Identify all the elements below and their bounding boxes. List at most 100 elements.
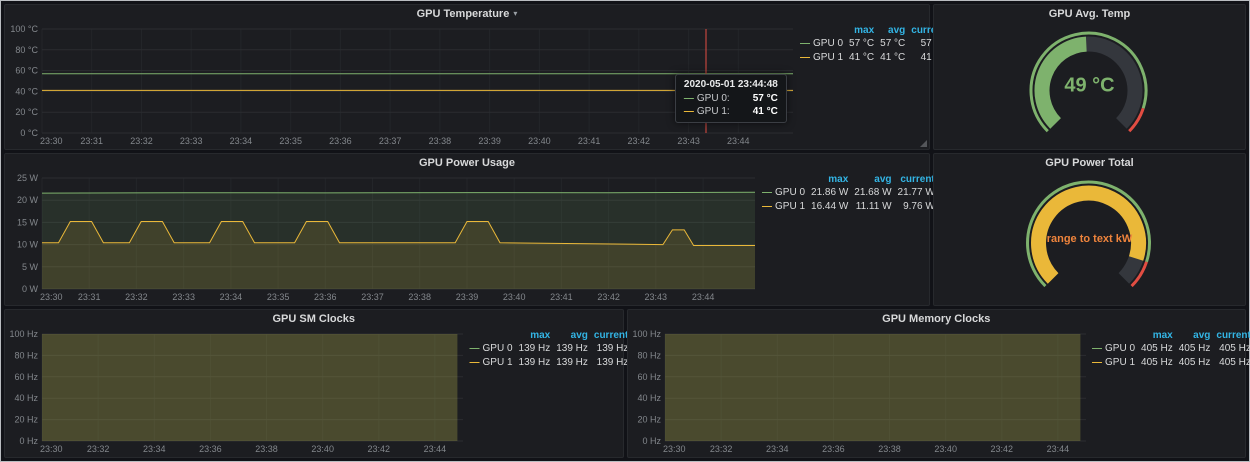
legend-header-current[interactable]: current [591,330,631,342]
legend-header-max[interactable]: max [808,174,851,186]
svg-text:0 °C: 0 °C [20,128,38,138]
panel-title-gpu-avg-temp[interactable]: GPU Avg. Temp [934,5,1245,22]
svg-text:0 Hz: 0 Hz [642,436,661,446]
svg-text:23:41: 23:41 [578,136,601,146]
series-color-icon: — [1092,343,1102,354]
svg-text:23:35: 23:35 [279,136,302,146]
legend-value-max: 41 °C [846,51,877,65]
svg-text:23:32: 23:32 [130,136,153,146]
legend-value-current: 21.77 W [895,186,938,200]
legend-value-avg: 41 °C [877,51,908,65]
svg-text:40 °C: 40 °C [15,86,38,96]
svg-text:0 W: 0 W [22,284,39,294]
svg-text:40 Hz: 40 Hz [14,393,38,403]
legend-value-avg: 139 Hz [553,342,591,356]
panel-title-text: GPU Avg. Temp [1049,8,1131,20]
gpu-sm-clocks-chart[interactable]: 0 Hz20 Hz40 Hz60 Hz80 Hz100 Hz23:3023:32… [7,327,467,455]
dashboard-row-2: GPU Power Usage 0 W5 W10 W15 W20 W25 W23… [4,153,1246,306]
legend-series-gpu0[interactable]: —GPU 0 [467,342,516,356]
svg-text:23:33: 23:33 [180,136,203,146]
legend-value-max: 405 Hz [1138,342,1176,356]
panel-title-gpu-power-usage[interactable]: GPU Power Usage [5,154,929,171]
legend-series-gpu0[interactable]: —GPU 0 [759,186,808,200]
legend-table: max avg current —GPU 0 405 Hz 405 Hz 405… [1089,330,1250,370]
panel-title-gpu-memory-clocks[interactable]: GPU Memory Clocks [628,310,1246,327]
legend-value-avg: 57 °C [877,37,908,51]
svg-text:23:38: 23:38 [255,444,278,454]
panel-title-gpu-sm-clocks[interactable]: GPU SM Clocks [5,310,623,327]
svg-text:10 W: 10 W [17,240,39,250]
svg-text:25 W: 25 W [17,173,39,183]
svg-text:80 Hz: 80 Hz [14,350,38,360]
legend-row-gpu0: —GPU 0 139 Hz 139 Hz 139 Hz [467,342,632,356]
svg-text:20 Hz: 20 Hz [14,415,38,425]
legend-header-max[interactable]: max [1138,330,1176,342]
legend-series-gpu0[interactable]: —GPU 0 [1089,342,1138,356]
legend-header-avg[interactable]: avg [553,330,591,342]
svg-text:23:35: 23:35 [267,292,290,302]
series-color-icon: — [470,357,480,368]
tooltip-timestamp: 2020-05-01 23:44:48 [684,79,778,90]
panel-title-gpu-power-total[interactable]: GPU Power Total [934,154,1245,171]
panel-title-gpu-temperature[interactable]: GPU Temperature ▾ [5,5,929,22]
svg-text:23:44: 23:44 [1046,444,1069,454]
legend-header-current[interactable]: current [1213,330,1250,342]
legend-header-current[interactable]: current [895,174,938,186]
panel-resize-handle[interactable] [920,140,927,147]
tooltip-value: 57 °C [753,92,778,105]
series-color-icon: — [1092,357,1102,368]
legend-series-gpu1[interactable]: —GPU 1 [1089,356,1138,370]
gpu-memory-clocks-legend: max avg current —GPU 0 405 Hz 405 Hz 405… [1089,327,1241,455]
series-color-icon: — [762,201,772,212]
svg-text:23:36: 23:36 [329,136,352,146]
svg-text:23:32: 23:32 [125,292,148,302]
gpu-temperature-legend: max avg current —GPU 0 57 °C 57 °C 57 °C… [797,22,925,147]
legend-value-max: 16.44 W [808,200,851,214]
svg-text:5 W: 5 W [22,262,39,272]
legend-value-max: 139 Hz [516,356,554,370]
legend-header-max[interactable]: max [516,330,554,342]
legend-value-max: 405 Hz [1138,356,1176,370]
svg-text:23:38: 23:38 [408,292,431,302]
legend-value-current: 405 Hz [1213,342,1250,356]
gpu-memory-clocks-chart[interactable]: 0 Hz20 Hz40 Hz60 Hz80 Hz100 Hz23:3023:32… [630,327,1090,455]
series-color-icon: — [470,343,480,354]
gauge-value-text: 49 °C [934,74,1245,97]
legend-value-avg: 139 Hz [553,356,591,370]
svg-text:40 Hz: 40 Hz [637,393,661,403]
legend-series-gpu1[interactable]: —GPU 1 [759,200,808,214]
legend-table: max avg current —GPU 0 139 Hz 139 Hz 139… [467,330,632,370]
svg-text:0 Hz: 0 Hz [19,436,38,446]
legend-series-gpu0[interactable]: —GPU 0 [797,37,846,51]
svg-text:23:32: 23:32 [709,444,732,454]
svg-text:23:42: 23:42 [368,444,391,454]
svg-text:23:34: 23:34 [220,292,243,302]
legend-header-avg[interactable]: avg [1176,330,1214,342]
svg-text:23:42: 23:42 [990,444,1013,454]
svg-text:15 W: 15 W [17,217,39,227]
svg-text:23:36: 23:36 [314,292,337,302]
panel-title-text: GPU Memory Clocks [882,313,990,325]
svg-text:23:44: 23:44 [424,444,447,454]
panel-gpu-power-total: GPU Power Total range to text kW [933,153,1246,306]
legend-value-avg: 405 Hz [1176,356,1214,370]
series-color-icon: — [762,187,772,198]
gpu-power-usage-chart[interactable]: 0 W5 W10 W15 W20 W25 W23:3023:3123:3223:… [7,171,759,303]
legend-series-gpu1[interactable]: —GPU 1 [797,51,846,65]
chart-tooltip: 2020-05-01 23:44:48 —GPU 0: 57 °C —GPU 1… [675,74,787,123]
legend-row-gpu1: —GPU 1 139 Hz 139 Hz 139 Hz [467,356,632,370]
svg-text:23:36: 23:36 [199,444,222,454]
svg-text:23:37: 23:37 [361,292,384,302]
svg-text:100 Hz: 100 Hz [9,329,38,339]
legend-header-max[interactable]: max [846,25,877,37]
grafana-dashboard: GPU Temperature ▾ 0 °C20 °C40 °C60 °C80 … [0,0,1250,462]
panel-title-text: GPU Temperature [417,8,510,20]
series-color-icon: — [800,38,810,49]
svg-text:20 °C: 20 °C [15,107,38,117]
legend-header-avg[interactable]: avg [877,25,908,37]
svg-text:23:34: 23:34 [230,136,253,146]
legend-header-avg[interactable]: avg [851,174,894,186]
svg-text:23:39: 23:39 [478,136,501,146]
panel-menu-caret-icon[interactable]: ▾ [513,10,517,18]
legend-series-gpu1[interactable]: —GPU 1 [467,356,516,370]
